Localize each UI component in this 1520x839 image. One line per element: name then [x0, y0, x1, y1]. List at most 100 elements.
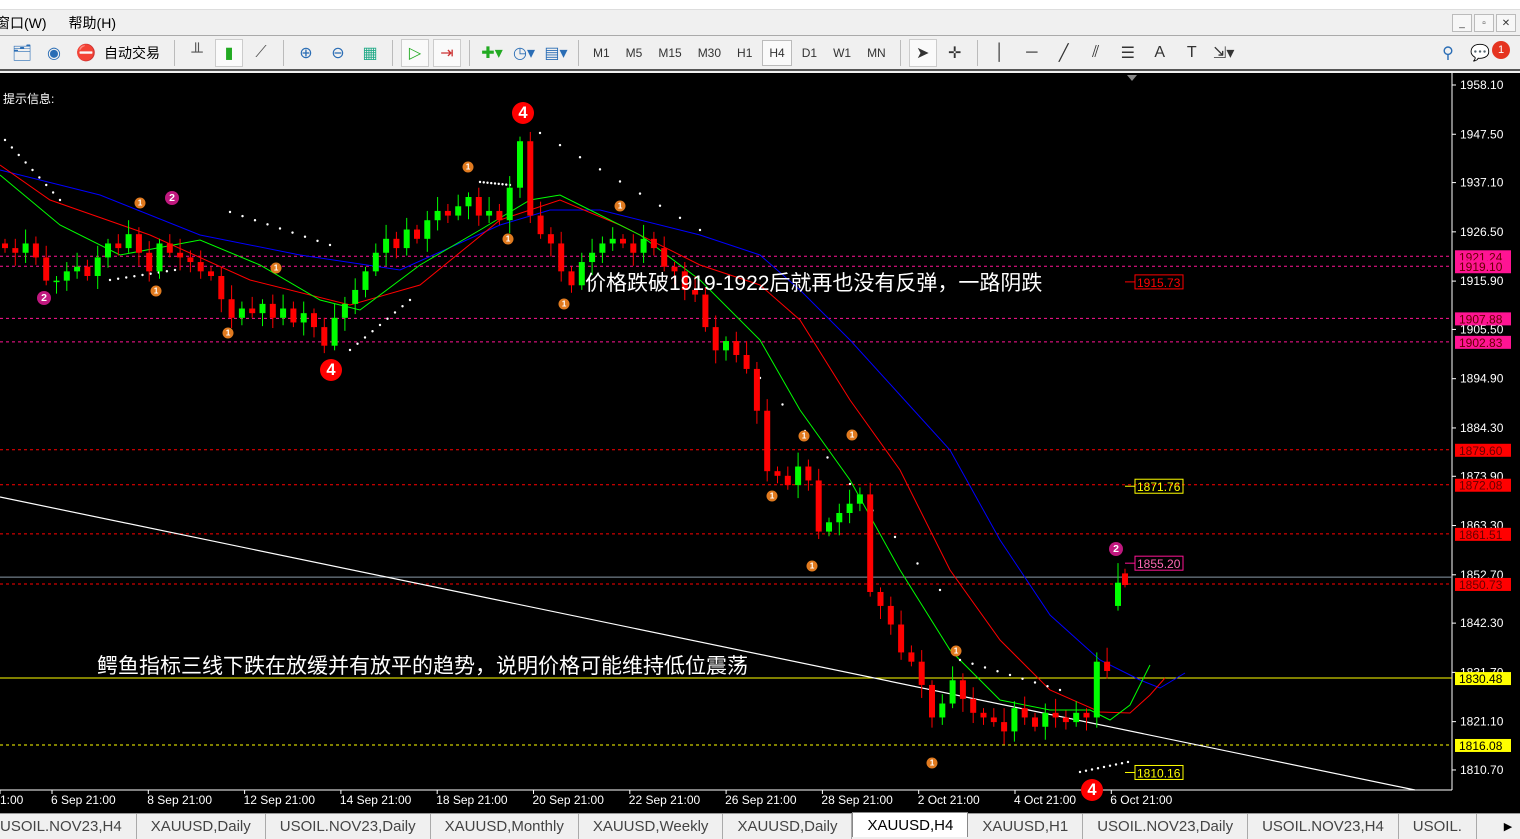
line-chart-icon[interactable]: ⟋ [247, 39, 275, 67]
price-axis-label: 1937.10 [1460, 176, 1504, 190]
candle-body [753, 368, 760, 411]
alligator-lips-line [0, 174, 1151, 721]
candle-body [774, 471, 781, 476]
candle-body [32, 243, 39, 258]
tab-usoil-nov23-h4[interactable]: USOIL.NOV23,H4 [0, 814, 137, 839]
tab-usoil-nov23-daily[interactable]: USOIL.NOV23,Daily [266, 814, 431, 839]
tab-usoil-nov23-h4[interactable]: USOIL.NOV23,H4 [1248, 814, 1399, 839]
text-label-icon[interactable]: T [1178, 39, 1206, 67]
sar-dot [497, 182, 500, 186]
candle-body [496, 210, 503, 221]
time-axis-label: 20 Sep 21:00 [533, 793, 605, 807]
timeframe-d1[interactable]: D1 [796, 40, 823, 66]
notifications-icon[interactable]: 💬 [1466, 39, 1494, 67]
periods-icon[interactable]: ◷▾ [510, 39, 538, 67]
sar-dot [678, 216, 682, 220]
timeframe-m30[interactable]: M30 [692, 40, 727, 66]
candle-body [1021, 708, 1028, 718]
tab-usoil-[interactable]: USOIL. [1399, 814, 1477, 839]
candle-body [702, 294, 709, 328]
sar-dot [253, 219, 257, 222]
tab-xauusd-weekly[interactable]: XAUUSD,Weekly [579, 814, 724, 839]
candle-body [455, 206, 462, 216]
crosshair-icon[interactable]: ✛ [941, 39, 969, 67]
sar-dot [848, 482, 852, 486]
trend-line [0, 496, 1416, 791]
level-tag: 1861.51 [1459, 528, 1503, 542]
close-button[interactable]: ✕ [1496, 14, 1516, 32]
candle-body [918, 661, 925, 685]
candle-body [898, 624, 905, 653]
menu-window[interactable]: 窗口(W) [0, 13, 59, 33]
candle-body [84, 266, 91, 276]
wave-marker-label: 4 [326, 361, 336, 379]
restore-button[interactable]: ▫ [1474, 14, 1494, 32]
candle-body [424, 220, 431, 239]
auto-scroll-icon[interactable]: ▷ [401, 39, 429, 67]
chart-shift-icon[interactable]: ⇥ [433, 39, 461, 67]
tab-xauusd-daily[interactable]: XAUUSD,Daily [137, 814, 266, 839]
tile-windows-icon[interactable]: ▦ [356, 39, 384, 67]
candle-body [1011, 708, 1018, 732]
trendline-icon[interactable]: ╱ [1050, 39, 1078, 67]
separator [578, 40, 579, 66]
profiles-icon[interactable]: 🗂 [8, 39, 36, 67]
separator [976, 40, 978, 66]
horizontal-line-icon[interactable]: ─ [1018, 39, 1046, 67]
wave-marker-label: 1 [138, 198, 143, 207]
candle-body [836, 512, 843, 523]
sar-dot [45, 183, 48, 187]
candle-body [609, 238, 616, 244]
zoom-out-icon[interactable]: ⊖ [324, 39, 352, 67]
sar-dot [1058, 688, 1062, 692]
candle-body [620, 238, 626, 244]
timeframe-h4[interactable]: H4 [762, 40, 792, 66]
timeframe-m15[interactable]: M15 [652, 40, 687, 66]
signals-icon[interactable]: ◉ [40, 39, 68, 67]
tab-xauusd-h1[interactable]: XAUUSD,H1 [968, 814, 1084, 839]
channel-icon[interactable]: ⫽ [1082, 39, 1110, 67]
sar-dot [996, 670, 999, 673]
price-chart[interactable]: 1958.10 1947.50 1937.10 1926.50 1915.90 1905.… [0, 73, 1520, 813]
auto-trade-button[interactable]: 自动交易 [104, 43, 160, 63]
minimize-button[interactable]: _ [1452, 14, 1472, 32]
bar-chart-icon[interactable]: ╨ [183, 39, 211, 67]
timeframe-h1[interactable]: H1 [731, 40, 758, 66]
timeframe-w1[interactable]: W1 [827, 40, 857, 66]
candle-body [187, 257, 194, 263]
sar-dot [348, 348, 352, 352]
sar-dot [303, 235, 307, 238]
tabs-scroll-right-button[interactable]: ▶ [1496, 814, 1520, 838]
candle-body [249, 308, 256, 314]
indicators-icon[interactable]: ✚▾ [478, 39, 506, 67]
tab-xauusd-daily[interactable]: XAUUSD,Daily [723, 814, 853, 839]
wave-marker-label: 1 [618, 201, 623, 210]
sar-dot [401, 305, 404, 308]
tab-xauusd-h4[interactable]: XAUUSD,H4 [852, 812, 969, 837]
wave-marker-label: 2 [1113, 543, 1119, 555]
price-axis-label: 1842.30 [1460, 616, 1504, 630]
chart-tabs: USOIL.NOV23,H4 XAUUSD,Daily USOIL.NOV23,Da… [0, 812, 1520, 839]
tab-usoil-nov23-daily[interactable]: USOIL.NOV23,Daily [1083, 814, 1249, 839]
menu-help[interactable]: 帮助(H) [69, 13, 128, 33]
arrows-icon[interactable]: ⇲▾ [1210, 39, 1238, 67]
timeframe-m1[interactable]: M1 [587, 40, 616, 66]
templates-icon[interactable]: ▤▾ [542, 39, 570, 67]
search-icon[interactable]: ⚲ [1434, 39, 1462, 67]
vertical-line-icon[interactable]: │ [986, 39, 1014, 67]
zoom-in-icon[interactable]: ⊕ [292, 39, 320, 67]
candle-body [1062, 717, 1069, 723]
timeframe-mn[interactable]: MN [861, 40, 892, 66]
time-axis-label: 1:00 [0, 793, 24, 807]
sar-dot [938, 588, 942, 592]
candle-body [908, 652, 915, 662]
fibonacci-icon[interactable]: ☰ [1114, 39, 1142, 67]
candlestick-chart-icon[interactable]: ▮ [215, 39, 243, 67]
sar-dot [958, 658, 962, 662]
tab-xauusd-monthly[interactable]: XAUUSD,Monthly [431, 814, 579, 839]
timeframe-m5[interactable]: M5 [620, 40, 649, 66]
wave-marker-label: 1 [850, 430, 855, 439]
text-icon[interactable]: A [1146, 39, 1174, 67]
cursor-icon[interactable]: ➤ [908, 39, 937, 67]
auto-trade-icon[interactable]: ⛔ [72, 39, 100, 67]
